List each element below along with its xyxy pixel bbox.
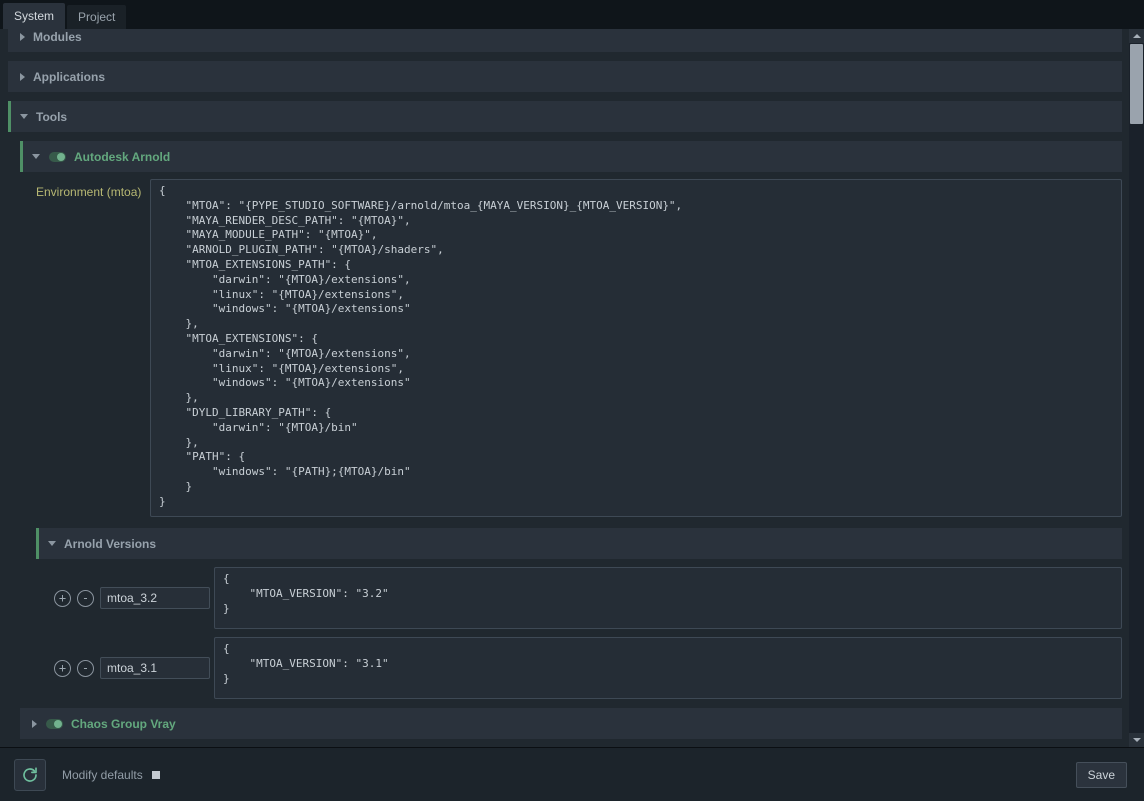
chevron-right-icon xyxy=(32,720,37,728)
section-title: Autodesk Arnold xyxy=(74,150,170,164)
arrow-down-icon xyxy=(1133,738,1141,742)
arrow-up-icon xyxy=(1133,34,1141,38)
chevron-down-icon xyxy=(32,154,40,159)
tools-section-body: Autodesk Arnold Environment (mtoa) { "MT… xyxy=(20,141,1122,739)
modify-defaults-checkbox[interactable] xyxy=(152,771,160,779)
modify-defaults-label: Modify defaults xyxy=(62,768,143,782)
version-name-input[interactable] xyxy=(100,587,210,609)
remove-version-button[interactable]: - xyxy=(77,660,94,677)
settings-panel: Modules Applications Tools Autodesk Arno… xyxy=(0,29,1144,747)
refresh-button[interactable] xyxy=(14,759,46,791)
version-json-textarea[interactable]: { "MTOA_VERSION": "3.1" } xyxy=(214,637,1122,699)
section-header-autodesk-arnold[interactable]: Autodesk Arnold xyxy=(20,141,1122,172)
add-version-button[interactable]: + xyxy=(54,590,71,607)
environment-field-row: Environment (mtoa) { "MTOA": "{PYPE_STUD… xyxy=(20,179,1122,517)
footer-bar: Modify defaults Save xyxy=(0,747,1144,801)
environment-json-textarea[interactable]: { "MTOA": "{PYPE_STUDIO_SOFTWARE}/arnold… xyxy=(150,179,1122,517)
chevron-right-icon xyxy=(20,33,25,41)
environment-label: Environment (mtoa) xyxy=(36,179,146,199)
section-title: Applications xyxy=(33,70,105,84)
section-title: Chaos Group Vray xyxy=(71,717,176,731)
version-name-input[interactable] xyxy=(100,657,210,679)
scroll-down-button[interactable] xyxy=(1129,733,1144,747)
chevron-down-icon xyxy=(20,114,28,119)
version-row: + - { "MTOA_VERSION": "3.1" } xyxy=(20,637,1122,699)
tab-bar: System Project xyxy=(0,0,1144,29)
enabled-toggle-icon[interactable] xyxy=(46,719,63,729)
chevron-right-icon xyxy=(20,73,25,81)
remove-version-button[interactable]: - xyxy=(77,590,94,607)
section-header-applications[interactable]: Applications xyxy=(8,61,1122,92)
enabled-toggle-icon[interactable] xyxy=(49,152,66,162)
chevron-down-icon xyxy=(48,541,56,546)
save-button[interactable]: Save xyxy=(1076,762,1127,788)
section-header-chaos-group-vray[interactable]: Chaos Group Vray xyxy=(20,708,1122,739)
scroll-up-button[interactable] xyxy=(1129,29,1144,43)
section-title: Arnold Versions xyxy=(64,537,156,551)
vertical-scrollbar[interactable] xyxy=(1129,29,1144,747)
tab-system[interactable]: System xyxy=(3,3,65,29)
tab-project[interactable]: Project xyxy=(67,5,126,29)
section-title: Tools xyxy=(36,110,67,124)
refresh-icon xyxy=(21,766,39,784)
section-header-modules[interactable]: Modules xyxy=(8,29,1122,52)
scrollbar-thumb[interactable] xyxy=(1130,44,1143,124)
version-row: + - { "MTOA_VERSION": "3.2" } xyxy=(20,567,1122,629)
section-title: Modules xyxy=(33,30,82,44)
section-header-arnold-versions[interactable]: Arnold Versions xyxy=(36,528,1122,559)
section-header-tools[interactable]: Tools xyxy=(8,101,1122,132)
add-version-button[interactable]: + xyxy=(54,660,71,677)
version-json-textarea[interactable]: { "MTOA_VERSION": "3.2" } xyxy=(214,567,1122,629)
